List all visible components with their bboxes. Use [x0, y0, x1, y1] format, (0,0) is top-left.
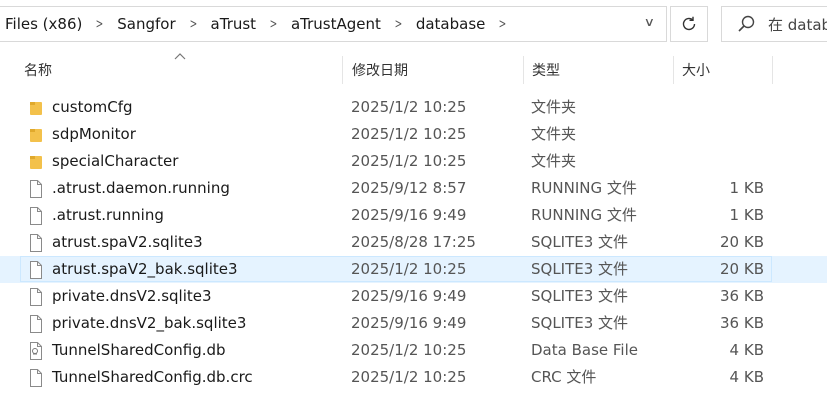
file-icon — [28, 369, 44, 387]
file-type: 文件夹 — [531, 152, 577, 170]
folder-icon — [28, 126, 44, 144]
breadcrumb-atrust[interactable]: aTrust — [205, 15, 263, 33]
file-icon — [28, 315, 44, 333]
file-name: sdpMonitor — [52, 125, 136, 143]
file-type: SQLITE3 文件 — [531, 260, 629, 278]
file-size: 1 KB — [729, 206, 764, 224]
file-size: 4 KB — [729, 368, 764, 386]
breadcrumb-database[interactable]: database — [410, 15, 492, 33]
column-header-name[interactable]: 名称 — [24, 56, 341, 84]
file-size: 36 KB — [720, 287, 764, 305]
file-type: Data Base File — [531, 341, 638, 359]
file-name: atrust.spaV2_bak.sqlite3 — [52, 260, 238, 278]
database-file-icon — [28, 342, 44, 360]
chevron-right-icon[interactable]: > — [266, 17, 282, 32]
search-input[interactable]: 在 datab — [768, 14, 827, 35]
file-date: 2025/1/2 10:25 — [351, 98, 467, 116]
file-type: 文件夹 — [531, 125, 577, 143]
file-row[interactable]: TunnelSharedConfig.db 2025/1/2 10:25 Data … — [0, 337, 827, 364]
file-type: SQLITE3 文件 — [531, 287, 629, 305]
file-icon — [28, 288, 44, 306]
file-row[interactable]: atrust.spaV2.sqlite3 2025/8/28 17:25 SQLIT… — [0, 229, 827, 256]
file-name: private.dnsV2.sqlite3 — [52, 287, 212, 305]
chevron-right-icon[interactable]: > — [390, 17, 406, 32]
file-row[interactable]: .atrust.running 2025/9/16 9:49 RUNNING 文件 1… — [0, 202, 827, 229]
chevron-down-icon[interactable]: ∨ — [644, 15, 655, 29]
chevron-right-icon[interactable]: > — [185, 17, 201, 32]
file-size: 1 KB — [729, 179, 764, 197]
refresh-icon — [682, 16, 696, 31]
column-header-size[interactable]: 大小 — [673, 56, 773, 84]
file-row[interactable]: TunnelSharedConfig.db.crc 2025/1/2 10:25 C… — [0, 364, 827, 391]
file-row[interactable]: private.dnsV2.sqlite3 2025/9/16 9:49 SQLIT… — [0, 283, 827, 310]
refresh-button[interactable] — [670, 6, 708, 42]
file-date: 2025/1/2 10:25 — [351, 125, 467, 143]
file-size: 20 KB — [720, 233, 764, 251]
file-size: 20 KB — [720, 260, 764, 278]
file-date: 2025/1/2 10:25 — [351, 260, 467, 278]
file-name: .atrust.daemon.running — [52, 179, 230, 197]
file-type: SQLITE3 文件 — [531, 314, 629, 332]
file-name: TunnelSharedConfig.db — [52, 341, 226, 359]
file-date: 2025/9/16 9:49 — [351, 287, 467, 305]
file-type: SQLITE3 文件 — [531, 233, 629, 251]
file-icon — [28, 207, 44, 225]
file-name: specialCharacter — [52, 152, 179, 170]
breadcrumb-atrustagent[interactable]: aTrustAgent — [285, 15, 387, 33]
file-row[interactable]: atrust.spaV2_bak.sqlite3 2025/1/2 10:25 SQ… — [0, 256, 827, 283]
file-row[interactable]: customCfg 2025/1/2 10:25 文件夹 — [0, 94, 827, 121]
file-row[interactable]: .atrust.daemon.running 2025/9/12 8:57 RUNN… — [0, 175, 827, 202]
file-row[interactable]: specialCharacter 2025/1/2 10:25 文件夹 — [0, 148, 827, 175]
file-size: 36 KB — [720, 314, 764, 332]
file-icon — [28, 261, 44, 279]
file-list: customCfg 2025/1/2 10:25 文件夹 sdpMonitor 2025… — [0, 94, 827, 391]
file-date: 2025/1/2 10:25 — [351, 368, 467, 386]
file-date: 2025/1/2 10:25 — [351, 341, 467, 359]
file-name: TunnelSharedConfig.db.crc — [52, 368, 253, 386]
file-name: .atrust.running — [52, 206, 164, 224]
file-icon — [28, 234, 44, 252]
file-size: 4 KB — [729, 341, 764, 359]
chevron-right-icon[interactable]: > — [495, 17, 511, 32]
file-date: 2025/9/16 9:49 — [351, 206, 467, 224]
file-date: 2025/9/16 9:49 — [351, 314, 467, 332]
file-type: CRC 文件 — [531, 368, 597, 386]
address-bar[interactable]: Files (x86) > Sangfor > aTrust > aTrustA… — [0, 6, 667, 42]
breadcrumb-sangfor[interactable]: Sangfor — [111, 15, 181, 33]
column-header-date[interactable]: 修改日期 — [342, 56, 522, 84]
file-icon — [28, 180, 44, 198]
file-date: 2025/1/2 10:25 — [351, 152, 467, 170]
search-box[interactable]: 在 datab — [721, 6, 827, 42]
search-icon — [738, 15, 755, 32]
column-header-type[interactable]: 类型 — [523, 56, 672, 84]
breadcrumb-program-files[interactable]: Files (x86) — [0, 15, 88, 33]
file-name: customCfg — [52, 98, 133, 116]
folder-icon — [28, 99, 44, 117]
file-date: 2025/9/12 8:57 — [351, 179, 467, 197]
folder-icon — [28, 153, 44, 171]
file-date: 2025/8/28 17:25 — [351, 233, 476, 251]
file-type: RUNNING 文件 — [531, 179, 637, 197]
chevron-right-icon[interactable]: > — [92, 17, 108, 32]
file-type: 文件夹 — [531, 98, 577, 116]
file-type: RUNNING 文件 — [531, 206, 637, 224]
file-name: private.dnsV2_bak.sqlite3 — [52, 314, 247, 332]
file-row[interactable]: private.dnsV2_bak.sqlite3 2025/9/16 9:49 S… — [0, 310, 827, 337]
file-name: atrust.spaV2.sqlite3 — [52, 233, 203, 251]
file-row[interactable]: sdpMonitor 2025/1/2 10:25 文件夹 — [0, 121, 827, 148]
